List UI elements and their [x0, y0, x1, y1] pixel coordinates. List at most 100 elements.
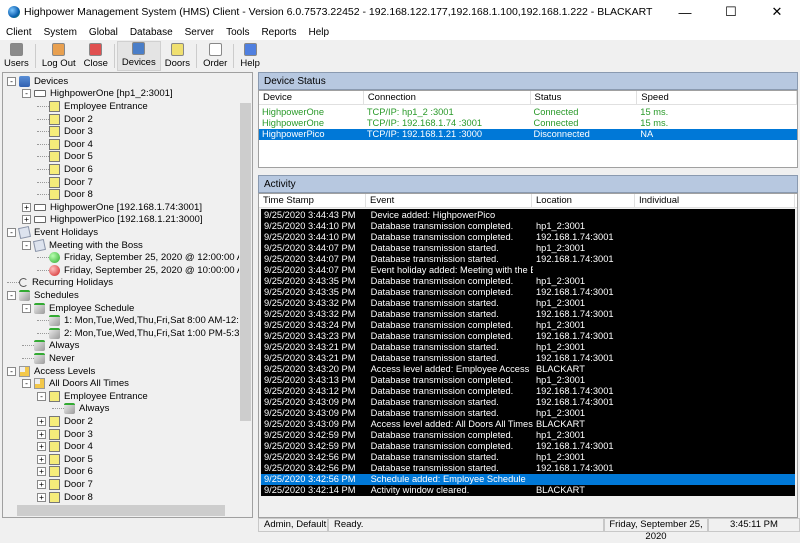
expand-icon[interactable]: + [22, 215, 31, 225]
tree-horizontal-scrollbar[interactable] [3, 504, 239, 517]
activity-row[interactable]: 9/25/2020 3:43:32 PM Database transmissio… [261, 298, 795, 309]
menu-system[interactable]: System [38, 27, 83, 38]
tree-item[interactable]: Friday, September 25, 2020 @ 10:00:00 AM [37, 264, 251, 277]
tree-item[interactable]: - Employee Entrance [37, 390, 148, 403]
menu-database[interactable]: Database [124, 27, 179, 38]
minimize-button[interactable]: — [662, 0, 708, 24]
collapse-icon[interactable]: - [22, 379, 31, 389]
toolbar-order-button[interactable]: Order [199, 41, 231, 71]
menu-client[interactable]: Client [0, 27, 38, 38]
collapse-icon[interactable]: - [7, 290, 16, 300]
activity-row[interactable]: 9/25/2020 3:42:59 PM Database transmissio… [261, 430, 795, 441]
tree-item[interactable]: 1: Mon,Tue,Wed,Thu,Fri,Sat 8:00 AM-12:00… [37, 314, 252, 327]
toolbar-users-button[interactable]: Users [0, 41, 33, 71]
column-header[interactable]: Time Stamp [259, 194, 366, 207]
tree-item[interactable]: 2: Mon,Tue,Wed,Thu,Fri,Sat 1:00 PM-5:30 … [37, 327, 252, 340]
collapse-icon[interactable]: - [7, 76, 16, 86]
device-row[interactable]: HighpowerOne TCP/IP: 192.168.1.74 :3001 Co… [259, 118, 797, 129]
activity-row[interactable]: 9/25/2020 3:42:56 PM Database transmissio… [261, 452, 795, 463]
tree-item[interactable]: Never [22, 352, 75, 365]
toolbar-doors-button[interactable]: Doors [161, 41, 194, 71]
expand-icon[interactable]: + [37, 479, 46, 489]
tree-item[interactable]: - All Doors All Times [22, 377, 129, 390]
activity-row[interactable]: 9/25/2020 3:44:07 PM Database transmissio… [261, 243, 795, 254]
menu-global[interactable]: Global [83, 27, 124, 38]
tree-item[interactable]: + Door 3 [37, 428, 93, 441]
tree-item[interactable]: Always [52, 403, 109, 416]
activity-row[interactable]: 9/25/2020 3:42:59 PM Database transmissio… [261, 441, 795, 452]
activity-row[interactable]: 9/25/2020 3:43:24 PM Database transmissio… [261, 320, 795, 331]
tree-item[interactable]: Door 3 [37, 125, 93, 138]
tree-item[interactable]: - HighpowerOne [hp1_2:3001] [22, 88, 173, 101]
expand-icon[interactable]: + [37, 492, 46, 502]
toolbar-close-button[interactable]: Close [80, 41, 112, 71]
expand-icon[interactable]: + [37, 429, 46, 439]
column-header[interactable]: Status [531, 91, 638, 104]
activity-row[interactable]: 9/25/2020 3:43:23 PM Database transmissio… [261, 331, 795, 342]
tree-item[interactable]: + HighpowerOne [192.168.1.74:3001] [22, 201, 202, 214]
tree-item[interactable]: Door 5 [37, 151, 93, 164]
activity-row[interactable]: 9/25/2020 3:43:13 PM Database transmissio… [261, 375, 795, 386]
activity-row[interactable]: 9/25/2020 3:43:21 PM Database transmissio… [261, 353, 795, 364]
column-header[interactable]: Device [259, 91, 364, 104]
collapse-icon[interactable]: - [7, 366, 16, 376]
activity-row[interactable]: 9/25/2020 3:42:14 PM Activity window clea… [261, 485, 795, 496]
tree-item[interactable]: Door 2 [37, 113, 93, 126]
activity-row[interactable]: 9/25/2020 3:44:07 PM Event holiday added:… [261, 265, 795, 276]
tree-item[interactable]: Door 8 [37, 188, 93, 201]
tree-item[interactable]: Friday, September 25, 2020 @ 12:00:00 AM [37, 251, 251, 264]
activity-row[interactable]: 9/25/2020 3:43:21 PM Database transmissio… [261, 342, 795, 353]
tree-item[interactable]: - Meeting with the Boss [22, 238, 143, 252]
device-status-list[interactable]: Device Connection Status Speed HighpowerOne T… [258, 90, 798, 168]
tree-item[interactable]: - Devices [7, 75, 68, 88]
tree-vertical-scrollbar[interactable] [239, 73, 252, 504]
activity-row[interactable]: 9/25/2020 3:44:10 PM Database transmissio… [261, 221, 795, 232]
tree-item[interactable]: + Door 4 [37, 440, 93, 453]
activity-row[interactable]: 9/25/2020 3:43:09 PM Access level added: … [261, 419, 795, 430]
tree-item[interactable]: + Door 6 [37, 466, 93, 479]
activity-row[interactable]: 9/25/2020 3:43:32 PM Database transmissio… [261, 309, 795, 320]
tree-item[interactable]: + HighpowerPico [192.168.1.21:3000] [22, 214, 203, 227]
column-header[interactable]: Location [532, 194, 635, 207]
activity-row[interactable]: 9/25/2020 3:43:09 PM Database transmissio… [261, 397, 795, 408]
tree-item[interactable]: + Door 7 [37, 478, 93, 491]
tree-item[interactable]: + Door 2 [37, 415, 93, 428]
tree-item[interactable]: + Door 8 [37, 491, 93, 504]
tree-item[interactable]: Door 4 [37, 138, 93, 151]
tree-item[interactable]: Employee Entrance [37, 100, 148, 113]
column-header[interactable]: Individual [635, 194, 795, 207]
scroll-thumb[interactable] [240, 103, 251, 421]
tree-item[interactable]: Door 6 [37, 163, 93, 176]
activity-row[interactable]: 9/25/2020 3:43:35 PM Database transmissio… [261, 276, 795, 287]
tree-item[interactable]: Recurring Holidays [7, 277, 113, 290]
activity-row[interactable]: 9/25/2020 3:43:12 PM Database transmissio… [261, 386, 795, 397]
toolbar-log-out-button[interactable]: Log Out [38, 41, 80, 71]
expand-icon[interactable]: + [37, 442, 46, 452]
device-row[interactable]: HighpowerOne TCP/IP: hp1_2 :3001 Connected… [259, 107, 797, 118]
expand-icon[interactable]: + [37, 416, 46, 426]
column-header[interactable]: Connection [364, 91, 531, 104]
scroll-thumb[interactable] [17, 505, 225, 516]
expand-icon[interactable]: + [22, 202, 31, 212]
collapse-icon[interactable]: - [7, 227, 16, 237]
activity-row[interactable]: 9/25/2020 3:42:56 PM Database transmissio… [261, 463, 795, 474]
tree-item[interactable]: - Access Levels [7, 365, 95, 378]
device-row[interactable]: HighpowerPico TCP/IP: 192.168.1.21 :3000 D… [259, 129, 797, 140]
activity-row[interactable]: 9/25/2020 3:43:09 PM Database transmissio… [261, 408, 795, 419]
column-header[interactable]: Event [366, 194, 532, 207]
collapse-icon[interactable]: - [22, 303, 31, 313]
menu-tools[interactable]: Tools [220, 27, 255, 38]
menu-help[interactable]: Help [302, 27, 335, 38]
navigation-tree[interactable]: - Devices - HighpowerOne [hp1_2:3001] Employ… [2, 72, 253, 518]
activity-row[interactable]: 9/25/2020 3:43:35 PM Database transmissio… [261, 287, 795, 298]
close-window-button[interactable]: ✕ [754, 0, 800, 24]
toolbar-help-button[interactable]: Help [236, 41, 264, 71]
tree-item[interactable]: + Door 5 [37, 453, 93, 466]
expand-icon[interactable]: + [37, 467, 46, 477]
activity-row[interactable]: 9/25/2020 3:43:20 PM Access level added: … [261, 364, 795, 375]
activity-row[interactable]: 9/25/2020 3:44:07 PM Database transmissio… [261, 254, 795, 265]
tree-item[interactable]: Always [22, 340, 79, 353]
activity-row[interactable]: 9/25/2020 3:42:56 PM Schedule added: Empl… [261, 474, 795, 485]
activity-row[interactable]: 9/25/2020 3:44:43 PM Device added: Highpo… [261, 210, 795, 221]
collapse-icon[interactable]: - [22, 240, 31, 250]
